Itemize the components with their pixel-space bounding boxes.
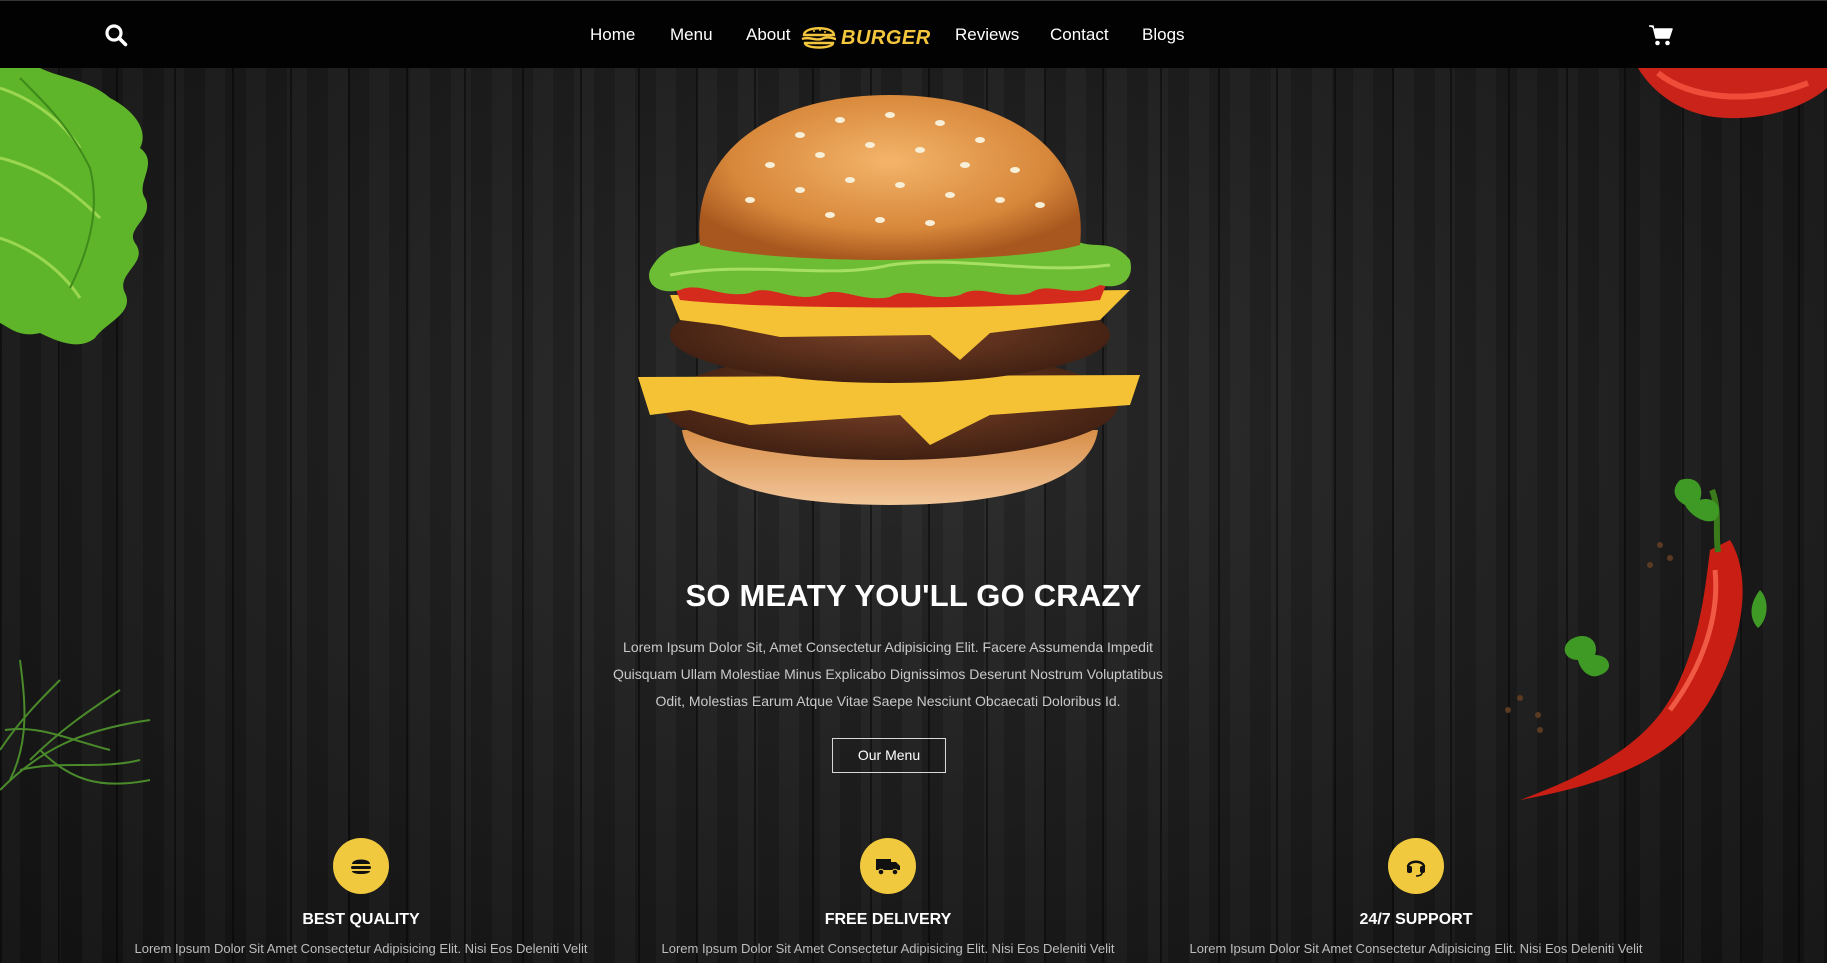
feature-icon-circle <box>333 838 389 894</box>
nav-link-home[interactable]: Home <box>590 25 635 45</box>
feature-best-quality: BEST QUALITY Lorem Ipsum Dolor Sit Amet … <box>131 838 591 956</box>
brand-logo[interactable]: BURGER <box>800 21 930 53</box>
nav-link-blogs[interactable]: Blogs <box>1142 25 1185 45</box>
feature-title: 24/7 SUPPORT <box>1359 911 1473 928</box>
nav-link-about[interactable]: About <box>746 25 790 45</box>
burger-image <box>638 95 1140 505</box>
chili-pepper-decoration <box>1505 478 1767 800</box>
feature-support: 24/7 SUPPORT Lorem Ipsum Dolor Sit Amet … <box>1186 838 1646 956</box>
burger-logo-icon <box>801 27 837 49</box>
feature-text: Lorem Ipsum Dolor Sit Amet Consectetur A… <box>661 941 1115 956</box>
feature-icon-circle <box>1388 838 1444 894</box>
feature-icon-circle <box>860 838 916 894</box>
truck-icon <box>876 859 900 876</box>
hero-description-line: Lorem Ipsum Dolor Sit, Amet Consectetur … <box>623 639 1153 655</box>
dill-decoration <box>0 659 151 791</box>
hero-description-line: Quisquam Ullam Molestiae Minus Explicabo… <box>612 666 1164 682</box>
feature-title: FREE DELIVERY <box>824 911 952 928</box>
tomato-decoration <box>1638 68 1827 119</box>
search-icon[interactable] <box>104 23 128 47</box>
logo-text: BURGER <box>841 27 931 49</box>
lettuce-decoration <box>0 68 149 345</box>
feature-text: Lorem Ipsum Dolor Sit Amet Consectetur A… <box>1189 941 1643 956</box>
hamburger-icon <box>351 859 371 874</box>
hero-description: Lorem Ipsum Dolor Sit, Amet Consectetur … <box>588 634 1188 715</box>
nav-link-reviews[interactable]: Reviews <box>955 25 1019 45</box>
hero-description-line: Odit, Molestias Earum Atque Vitae Saepe … <box>655 693 1121 709</box>
our-menu-button[interactable]: Our Menu <box>832 738 946 773</box>
cart-icon[interactable] <box>1648 23 1674 47</box>
headset-icon <box>1406 860 1426 877</box>
top-navbar: Home Menu About BURGER Reviews Contact B… <box>0 0 1827 68</box>
feature-free-delivery: FREE DELIVERY Lorem Ipsum Dolor Sit Amet… <box>658 838 1118 956</box>
feature-text: Lorem Ipsum Dolor Sit Amet Consectetur A… <box>134 941 588 956</box>
hero-title: SO MEATY YOU'LL GO CRAZY <box>685 578 1142 613</box>
nav-link-menu[interactable]: Menu <box>670 25 713 45</box>
nav-link-contact[interactable]: Contact <box>1050 25 1109 45</box>
feature-title: BEST QUALITY <box>302 911 420 928</box>
